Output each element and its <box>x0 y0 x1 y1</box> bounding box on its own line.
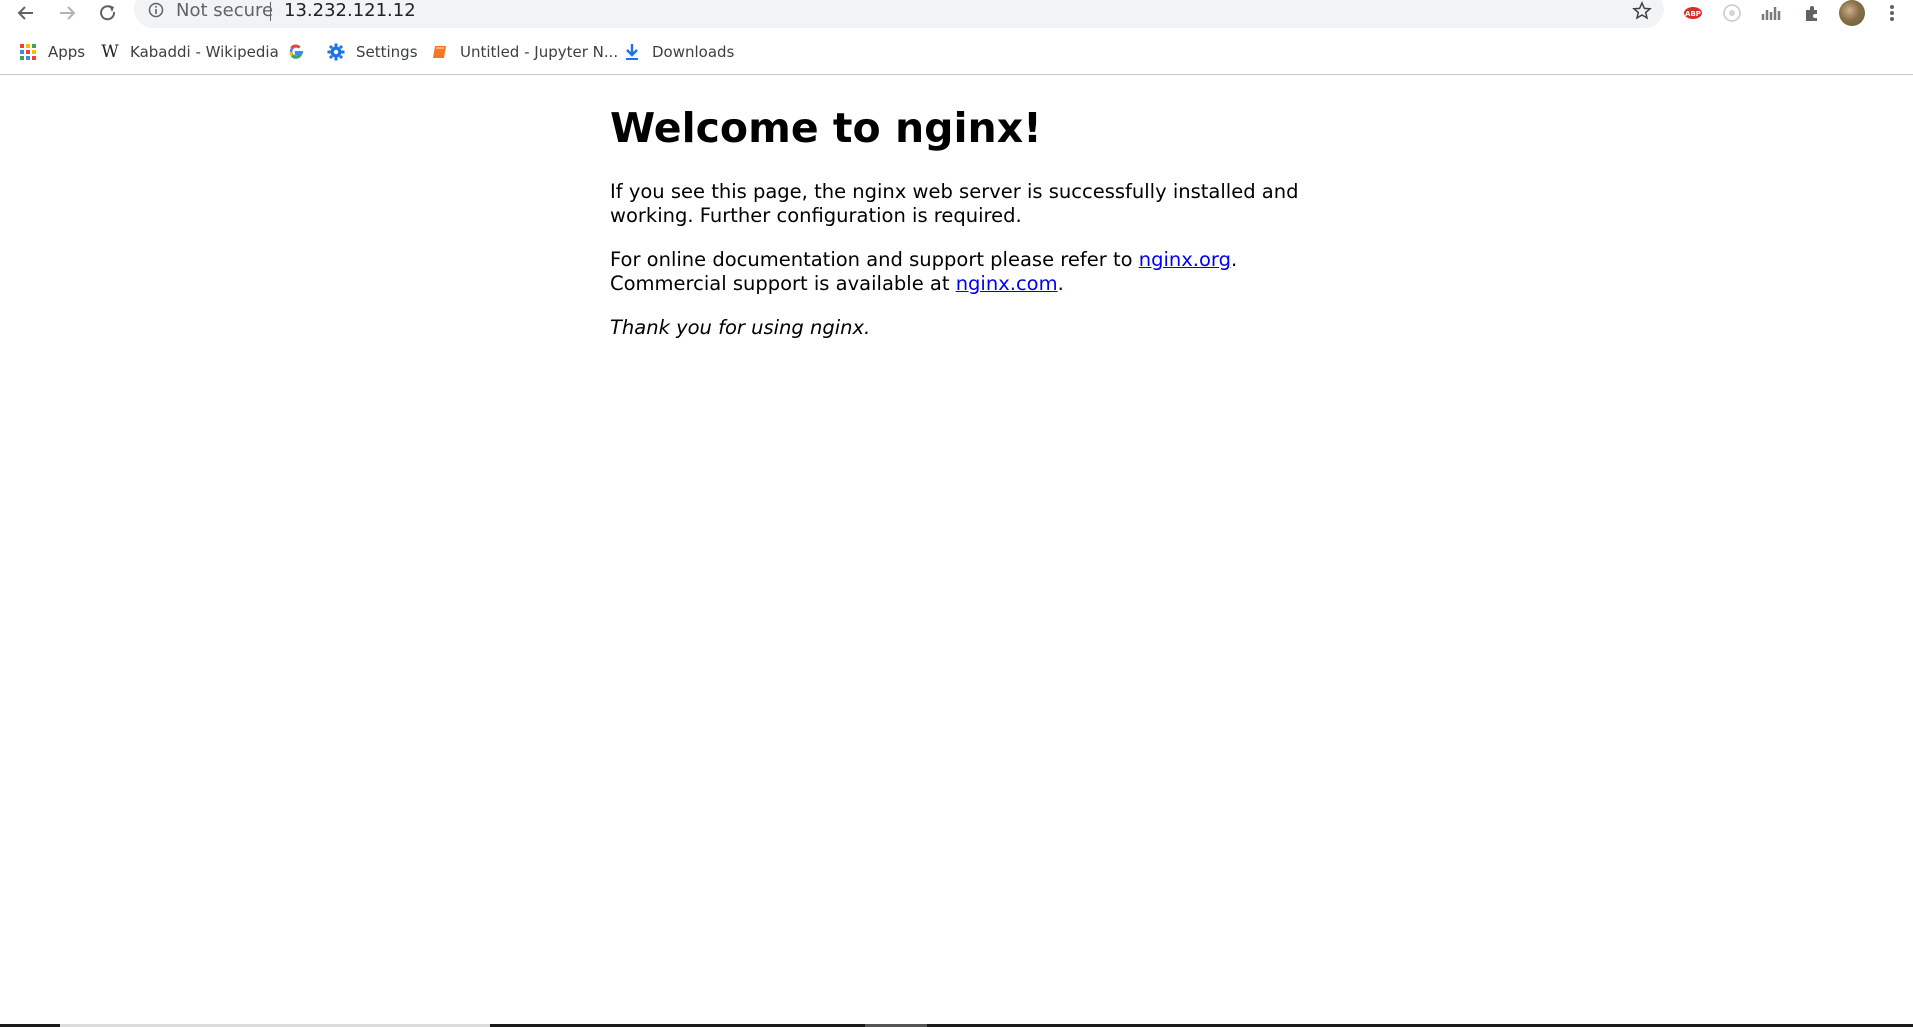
bookmark-label: Untitled - Jupyter N... <box>460 43 619 61</box>
nginx-welcome-page: Welcome to nginx! If you see this page, … <box>610 100 1310 339</box>
bookmark-settings[interactable]: Settings <box>326 40 418 64</box>
page-title: Welcome to nginx! <box>610 104 1042 152</box>
nginx-com-link[interactable]: nginx.com <box>956 272 1058 295</box>
url-text[interactable]: 13.232.121.12 <box>284 2 416 20</box>
profile-avatar[interactable] <box>1839 0 1865 26</box>
forward-arrow-icon <box>60 6 76 20</box>
commercial-period: . <box>1057 272 1064 295</box>
browser-toolbar: Not secure 13.232.121.12 ABP <box>0 0 1913 28</box>
wikipedia-icon: W <box>101 42 119 62</box>
reload-button[interactable] <box>92 0 124 26</box>
bookmark-label: Kabaddi - Wikipedia <box>130 43 279 61</box>
bookmark-label: Settings <box>356 43 418 61</box>
extension-red-icon[interactable]: ABP <box>1681 1 1705 25</box>
doc-text: For online documentation and support ple… <box>610 248 1139 271</box>
address-separator <box>270 2 271 21</box>
bookmark-label: Apps <box>48 43 86 61</box>
install-message: If you see this page, the nginx web serv… <box>610 180 1299 227</box>
doc-period: . <box>1230 248 1238 271</box>
reload-icon <box>100 5 116 21</box>
bookmark-apps[interactable]: Apps <box>18 40 85 64</box>
bookmark-downloads[interactable]: Downloads <box>622 40 734 64</box>
svg-text:ABP: ABP <box>1685 10 1701 18</box>
nginx-org-link[interactable]: nginx.org <box>1139 248 1231 271</box>
info-icon[interactable] <box>148 2 164 18</box>
bookmarks-bar: Apps W Kabaddi - Wikipedia Settings Unti… <box>0 28 1913 75</box>
menu-kebab-icon[interactable] <box>1880 1 1904 25</box>
download-icon <box>622 42 642 62</box>
bookmark-google[interactable] <box>286 40 316 64</box>
bookmark-kabaddi-wikipedia[interactable]: W Kabaddi - Wikipedia <box>100 40 279 64</box>
bookmark-jupyter[interactable]: Untitled - Jupyter N... <box>430 40 618 64</box>
google-icon <box>286 42 306 62</box>
address-bar[interactable]: Not secure 13.232.121.12 <box>134 0 1664 28</box>
forward-button[interactable] <box>51 0 83 26</box>
extension-chart-icon[interactable] <box>1759 1 1783 25</box>
thank-you-message: Thank you for using nginx. <box>610 316 871 339</box>
back-button[interactable] <box>10 0 42 26</box>
bookmark-star-icon[interactable] <box>1632 1 1652 21</box>
extensions-puzzle-icon[interactable] <box>1800 1 1824 25</box>
back-arrow-icon <box>17 6 33 20</box>
bookmark-label: Downloads <box>652 43 735 61</box>
security-status-label[interactable]: Not secure <box>176 2 273 20</box>
gear-icon <box>326 42 346 62</box>
extension-circle-icon[interactable] <box>1720 1 1744 25</box>
apps-grid-icon <box>18 42 38 62</box>
commercial-text: Commercial support is available at <box>610 272 956 295</box>
documentation-message: For online documentation and support ple… <box>610 248 1237 296</box>
jupyter-book-icon <box>430 42 450 62</box>
